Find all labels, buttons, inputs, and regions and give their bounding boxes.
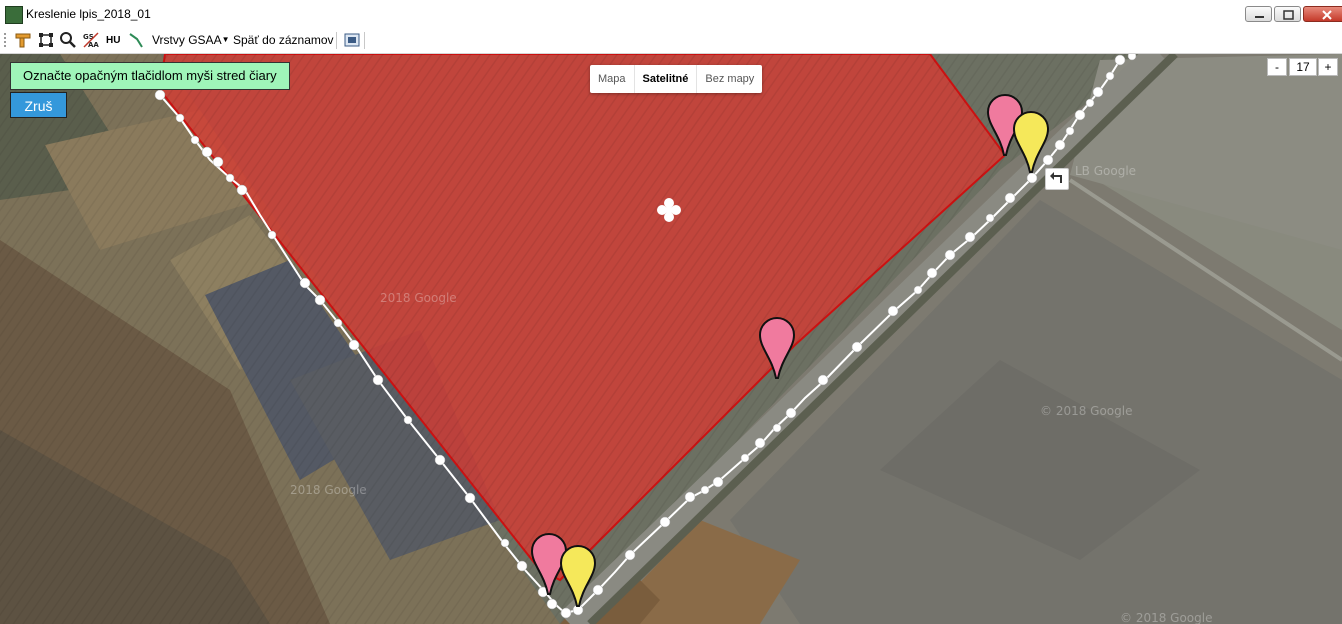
toolbar: GS AA HU Vrstvy GSAA▼ Späť do záznamov <box>0 28 1342 54</box>
close-button[interactable] <box>1303 6 1342 22</box>
window-icon[interactable] <box>343 31 361 49</box>
ruler-icon[interactable] <box>14 31 32 49</box>
caret-down-icon: ▼ <box>221 35 230 44</box>
undo-button[interactable] <box>1045 168 1069 190</box>
app-icon <box>5 6 23 24</box>
layers-menu-label: Vrstvy GSAA <box>152 33 222 47</box>
layers-menu[interactable]: Vrstvy GSAA▼ <box>152 33 230 47</box>
svg-text:© 2018 Google: © 2018 Google <box>1120 611 1212 624</box>
map-type-roadmap[interactable]: Mapa <box>590 65 635 93</box>
zoom-extent-icon[interactable] <box>37 31 55 49</box>
toolbar-separator <box>364 32 365 49</box>
zoom-level: 17 <box>1289 58 1317 76</box>
window-title: Kreslenie lpis_2018_01 <box>26 7 151 21</box>
toolbar-grip[interactable] <box>4 33 6 49</box>
hu-button[interactable]: HU <box>106 35 120 46</box>
svg-text:LB Google: LB Google <box>1075 164 1136 178</box>
map-type-satellite[interactable]: Satelitné <box>635 65 698 93</box>
zoom-out-button[interactable]: - <box>1267 58 1287 76</box>
map-type-none[interactable]: Bez mapy <box>697 65 762 93</box>
maximize-button[interactable] <box>1274 6 1301 22</box>
svg-text:2018 Google: 2018 Google <box>290 483 367 497</box>
map-type-control: Mapa Satelitné Bez mapy <box>590 65 763 93</box>
zoom-in-button[interactable]: + <box>1318 58 1338 76</box>
undo-icon <box>1050 172 1062 183</box>
cancel-button[interactable]: Zruš <box>10 92 67 118</box>
gsaa-tool-icon[interactable]: GS AA <box>82 31 100 49</box>
instruction-banner: Označte opačným tlačidlom myši stred čia… <box>10 62 290 90</box>
search-icon[interactable] <box>59 31 77 49</box>
satellite-map: © 2018 Google LB Google 2018 Google 2018… <box>0 54 1342 624</box>
toolbar-separator <box>336 32 337 49</box>
back-to-records-button[interactable]: Späť do záznamov <box>233 33 334 47</box>
window-title-bar: Kreslenie lpis_2018_01 <box>0 0 1342 29</box>
map-canvas[interactable]: © 2018 Google LB Google 2018 Google 2018… <box>0 54 1342 624</box>
svg-text:2018 Google: 2018 Google <box>380 291 457 305</box>
minimize-button[interactable] <box>1245 6 1272 22</box>
line-tool-icon[interactable] <box>127 31 145 49</box>
map-watermark: © 2018 Google <box>1040 404 1132 418</box>
